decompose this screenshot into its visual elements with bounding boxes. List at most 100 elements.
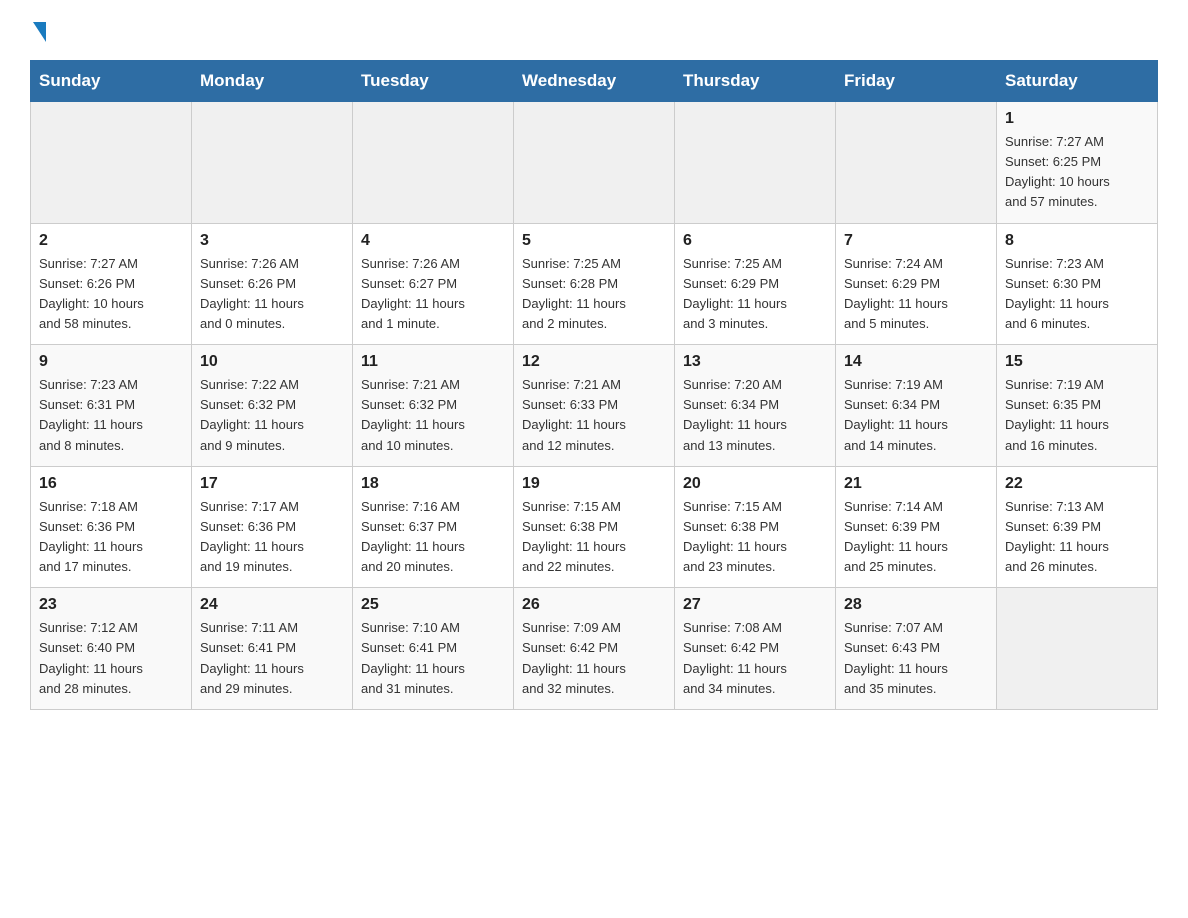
day-number: 14: [844, 353, 988, 371]
day-number: 5: [522, 232, 666, 250]
calendar-day-cell: [514, 102, 675, 224]
day-number: 13: [683, 353, 827, 371]
calendar-day-cell: 26Sunrise: 7:09 AMSunset: 6:42 PMDayligh…: [514, 588, 675, 710]
calendar-day-cell: 9 Sunrise: 7:23 AMSunset: 6:31 PMDaylight…: [31, 345, 192, 467]
calendar-day-cell: 5 Sunrise: 7:25 AMSunset: 6:28 PMDaylight…: [514, 223, 675, 345]
day-info: Sunrise: 7:20 AMSunset: 6:34 PMDaylight:…: [683, 375, 827, 456]
day-info: Sunrise: 7:17 AMSunset: 6:36 PMDaylight:…: [200, 497, 344, 578]
calendar-day-cell: 19 Sunrise: 7:15 AMSunset: 6:38 PMDayligh…: [514, 466, 675, 588]
weekday-header-cell: Tuesday: [353, 61, 514, 102]
day-info: Sunrise: 7:26 AMSunset: 6:26 PMDaylight:…: [200, 254, 344, 335]
calendar-day-cell: 20 Sunrise: 7:15 AMSunset: 6:38 PMDayligh…: [675, 466, 836, 588]
calendar-day-cell: 13 Sunrise: 7:20 AMSunset: 6:34 PMDayligh…: [675, 345, 836, 467]
day-number: 9: [39, 353, 183, 371]
weekday-header-cell: Wednesday: [514, 61, 675, 102]
calendar-day-cell: 6 Sunrise: 7:25 AMSunset: 6:29 PMDaylight…: [675, 223, 836, 345]
calendar-day-cell: 11 Sunrise: 7:21 AMSunset: 6:32 PMDayligh…: [353, 345, 514, 467]
day-number: 21: [844, 475, 988, 493]
calendar-body: 1 Sunrise: 7:27 AMSunset: 6:25 PMDaylight…: [31, 102, 1158, 710]
day-number: 28: [844, 596, 988, 614]
day-info: Sunrise: 7:15 AMSunset: 6:38 PMDaylight:…: [522, 497, 666, 578]
day-number: 3: [200, 232, 344, 250]
calendar-week-row: 1 Sunrise: 7:27 AMSunset: 6:25 PMDaylight…: [31, 102, 1158, 224]
day-number: 15: [1005, 353, 1149, 371]
day-number: 10: [200, 353, 344, 371]
day-info: Sunrise: 7:23 AMSunset: 6:31 PMDaylight:…: [39, 375, 183, 456]
calendar-day-cell: 16 Sunrise: 7:18 AMSunset: 6:36 PMDayligh…: [31, 466, 192, 588]
weekday-header-row: SundayMondayTuesdayWednesdayThursdayFrid…: [31, 61, 1158, 102]
calendar-week-row: 16 Sunrise: 7:18 AMSunset: 6:36 PMDayligh…: [31, 466, 1158, 588]
day-number: 19: [522, 475, 666, 493]
calendar-day-cell: [353, 102, 514, 224]
weekday-header-cell: Thursday: [675, 61, 836, 102]
day-info: Sunrise: 7:21 AMSunset: 6:32 PMDaylight:…: [361, 375, 505, 456]
day-info: Sunrise: 7:18 AMSunset: 6:36 PMDaylight:…: [39, 497, 183, 578]
day-number: 17: [200, 475, 344, 493]
day-number: 25: [361, 596, 505, 614]
day-number: 4: [361, 232, 505, 250]
day-info: Sunrise: 7:27 AMSunset: 6:25 PMDaylight:…: [1005, 132, 1149, 213]
calendar-day-cell: 21Sunrise: 7:14 AMSunset: 6:39 PMDayligh…: [836, 466, 997, 588]
day-number: 7: [844, 232, 988, 250]
day-number: 18: [361, 475, 505, 493]
day-number: 23: [39, 596, 183, 614]
calendar-day-cell: [31, 102, 192, 224]
day-number: 16: [39, 475, 183, 493]
day-info: Sunrise: 7:19 AMSunset: 6:35 PMDaylight:…: [1005, 375, 1149, 456]
calendar-day-cell: 23Sunrise: 7:12 AMSunset: 6:40 PMDayligh…: [31, 588, 192, 710]
day-info: Sunrise: 7:21 AMSunset: 6:33 PMDaylight:…: [522, 375, 666, 456]
calendar-day-cell: [997, 588, 1158, 710]
day-number: 27: [683, 596, 827, 614]
day-info: Sunrise: 7:10 AMSunset: 6:41 PMDaylight:…: [361, 618, 505, 699]
calendar-day-cell: 25 Sunrise: 7:10 AMSunset: 6:41 PMDayligh…: [353, 588, 514, 710]
day-info: Sunrise: 7:13 AMSunset: 6:39 PMDaylight:…: [1005, 497, 1149, 578]
calendar-day-cell: 17 Sunrise: 7:17 AMSunset: 6:36 PMDayligh…: [192, 466, 353, 588]
calendar-day-cell: 27Sunrise: 7:08 AMSunset: 6:42 PMDayligh…: [675, 588, 836, 710]
day-info: Sunrise: 7:25 AMSunset: 6:28 PMDaylight:…: [522, 254, 666, 335]
calendar-day-cell: 2 Sunrise: 7:27 AMSunset: 6:26 PMDaylight…: [31, 223, 192, 345]
weekday-header-cell: Saturday: [997, 61, 1158, 102]
calendar-day-cell: [192, 102, 353, 224]
day-info: Sunrise: 7:24 AMSunset: 6:29 PMDaylight:…: [844, 254, 988, 335]
calendar-day-cell: [836, 102, 997, 224]
calendar-day-cell: 12 Sunrise: 7:21 AMSunset: 6:33 PMDayligh…: [514, 345, 675, 467]
day-info: Sunrise: 7:07 AMSunset: 6:43 PMDaylight:…: [844, 618, 988, 699]
day-number: 2: [39, 232, 183, 250]
day-info: Sunrise: 7:26 AMSunset: 6:27 PMDaylight:…: [361, 254, 505, 335]
calendar-day-cell: 18 Sunrise: 7:16 AMSunset: 6:37 PMDayligh…: [353, 466, 514, 588]
calendar-day-cell: 22 Sunrise: 7:13 AMSunset: 6:39 PMDayligh…: [997, 466, 1158, 588]
day-info: Sunrise: 7:23 AMSunset: 6:30 PMDaylight:…: [1005, 254, 1149, 335]
day-info: Sunrise: 7:22 AMSunset: 6:32 PMDaylight:…: [200, 375, 344, 456]
day-info: Sunrise: 7:25 AMSunset: 6:29 PMDaylight:…: [683, 254, 827, 335]
calendar-day-cell: 7 Sunrise: 7:24 AMSunset: 6:29 PMDaylight…: [836, 223, 997, 345]
calendar-week-row: 9 Sunrise: 7:23 AMSunset: 6:31 PMDaylight…: [31, 345, 1158, 467]
day-number: 8: [1005, 232, 1149, 250]
calendar-week-row: 2 Sunrise: 7:27 AMSunset: 6:26 PMDaylight…: [31, 223, 1158, 345]
logo-arrow-icon: [33, 22, 46, 42]
weekday-header-cell: Sunday: [31, 61, 192, 102]
day-number: 24: [200, 596, 344, 614]
calendar-day-cell: [675, 102, 836, 224]
day-info: Sunrise: 7:16 AMSunset: 6:37 PMDaylight:…: [361, 497, 505, 578]
day-info: Sunrise: 7:15 AMSunset: 6:38 PMDaylight:…: [683, 497, 827, 578]
day-info: Sunrise: 7:19 AMSunset: 6:34 PMDaylight:…: [844, 375, 988, 456]
calendar-day-cell: 4 Sunrise: 7:26 AMSunset: 6:27 PMDaylight…: [353, 223, 514, 345]
day-number: 22: [1005, 475, 1149, 493]
day-number: 11: [361, 353, 505, 371]
day-info: Sunrise: 7:27 AMSunset: 6:26 PMDaylight:…: [39, 254, 183, 335]
weekday-header-cell: Monday: [192, 61, 353, 102]
calendar-week-row: 23Sunrise: 7:12 AMSunset: 6:40 PMDayligh…: [31, 588, 1158, 710]
day-number: 6: [683, 232, 827, 250]
day-number: 20: [683, 475, 827, 493]
calendar-day-cell: 15 Sunrise: 7:19 AMSunset: 6:35 PMDayligh…: [997, 345, 1158, 467]
day-info: Sunrise: 7:11 AMSunset: 6:41 PMDaylight:…: [200, 618, 344, 699]
calendar-day-cell: 28 Sunrise: 7:07 AMSunset: 6:43 PMDayligh…: [836, 588, 997, 710]
calendar-day-cell: 3 Sunrise: 7:26 AMSunset: 6:26 PMDaylight…: [192, 223, 353, 345]
page-header: [30, 20, 1158, 42]
day-number: 1: [1005, 110, 1149, 128]
calendar-day-cell: 14 Sunrise: 7:19 AMSunset: 6:34 PMDayligh…: [836, 345, 997, 467]
calendar-day-cell: 8 Sunrise: 7:23 AMSunset: 6:30 PMDaylight…: [997, 223, 1158, 345]
calendar-day-cell: 1 Sunrise: 7:27 AMSunset: 6:25 PMDaylight…: [997, 102, 1158, 224]
day-number: 26: [522, 596, 666, 614]
day-number: 12: [522, 353, 666, 371]
